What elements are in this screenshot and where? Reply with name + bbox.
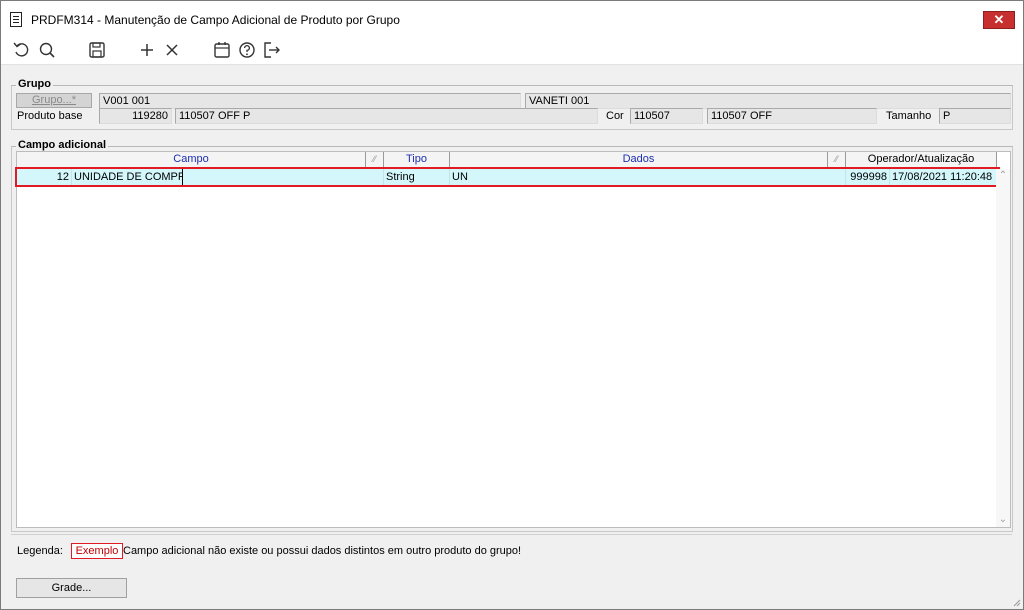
dados-cell[interactable]: UN (450, 169, 846, 185)
close-button[interactable]: ✕ (983, 11, 1015, 29)
window-title: PRDFM314 - Manutenção de Campo Adicional… (31, 13, 400, 27)
column-header-operador[interactable]: Operador/Atualização (846, 152, 997, 168)
produto-base-description-field[interactable]: 110507 OFF P (175, 108, 598, 124)
produto-base-code-field[interactable]: 119280 (99, 108, 172, 124)
grupo-description-field[interactable]: VANETI 001 (525, 93, 1011, 109)
column-header-campo[interactable]: Campo (17, 152, 366, 168)
grupo-lookup-button[interactable]: Grupo...* (16, 93, 92, 108)
legend-sample-box: Exemplo (71, 543, 123, 559)
vertical-scrollbar[interactable]: ⌃ ⌄ (996, 169, 1010, 527)
legend-text: Campo adicional não existe ou possui dad… (123, 545, 522, 557)
tamanho-label: Tamanho (886, 110, 932, 122)
main-window: PRDFM314 - Manutenção de Campo Adicional… (0, 0, 1024, 610)
legend-label: Legenda: (17, 545, 63, 557)
atualizacao-cell: 17/08/2021 11:20:48 (892, 171, 993, 183)
scroll-up-icon[interactable]: ⌃ (996, 169, 1010, 183)
search-icon[interactable] (36, 39, 58, 61)
exit-icon[interactable] (261, 39, 283, 61)
row-number-cell: 12 (17, 169, 72, 185)
table-row[interactable]: 12 UNIDADE DE COMPRA String UN 999998 17… (15, 167, 1000, 187)
scroll-down-icon[interactable]: ⌄ (996, 513, 1010, 527)
tamanho-field[interactable]: P (939, 108, 1011, 124)
column-header-dados[interactable]: Dados (450, 152, 828, 168)
grupo-code-field[interactable]: V001 001 (99, 93, 521, 109)
resize-grip-icon[interactable] (1011, 597, 1021, 607)
toolbar (1, 35, 1023, 65)
save-icon[interactable] (86, 39, 108, 61)
cor-code-field[interactable]: 110507 (630, 108, 703, 124)
campo-adicional-grid: Campo ⁄⁄ Tipo Dados ⁄⁄ Operador/Atualiza… (15, 151, 1011, 528)
campo-cell[interactable]: UNIDADE DE COMPRA (72, 169, 183, 185)
grupo-section-label: Grupo (16, 78, 53, 90)
grade-button[interactable]: Grade... (16, 578, 127, 598)
produto-base-label: Produto base (17, 110, 83, 122)
cor-description-field[interactable]: 110507 OFF (707, 108, 877, 124)
legend-area: Legenda: Exemplo Campo adicional não exi… (11, 534, 1012, 566)
title-bar: PRDFM314 - Manutenção de Campo Adicional… (1, 1, 1023, 35)
campo-extra-cell (183, 169, 384, 185)
refresh-icon[interactable] (11, 39, 33, 61)
column-header-tipo[interactable]: Tipo (384, 152, 450, 168)
add-icon[interactable] (136, 39, 158, 61)
tipo-cell[interactable]: String (384, 169, 450, 185)
help-icon[interactable] (236, 39, 258, 61)
operador-cell: 999998 (846, 169, 890, 185)
delete-icon[interactable] (161, 39, 183, 61)
sort-campo-icon[interactable]: ⁄⁄ (366, 152, 384, 168)
calendar-icon[interactable] (211, 39, 233, 61)
cor-label: Cor (606, 110, 624, 122)
document-icon (10, 12, 22, 27)
grid-header: Campo ⁄⁄ Tipo Dados ⁄⁄ Operador/Atualiza… (17, 152, 997, 168)
campo-adicional-section-label: Campo adicional (16, 139, 109, 151)
sort-dados-icon[interactable]: ⁄⁄ (828, 152, 846, 168)
